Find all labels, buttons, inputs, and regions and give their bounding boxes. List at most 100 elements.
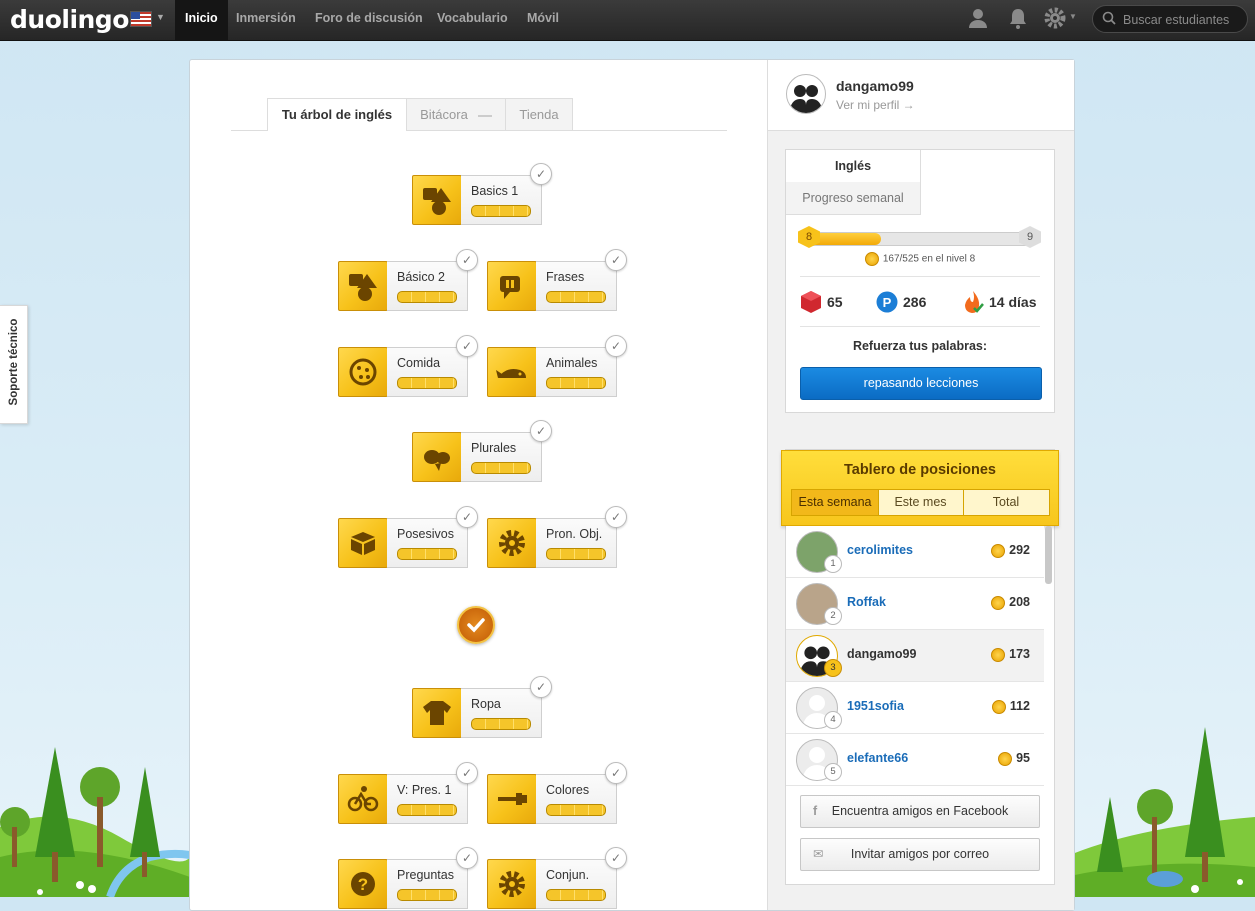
leaderboard-username[interactable]: 1951sofia [847, 699, 904, 713]
support-tab-label: Soporte técnico [8, 318, 20, 406]
facebook-friends-button[interactable]: f Encuentra amigos en Facebook [800, 795, 1040, 828]
leaderboard-row-current-user[interactable]: 3 dangamo99 173 [786, 630, 1044, 682]
leaderboard-score-value: 173 [1009, 647, 1030, 661]
checkmark-icon: ✓ [530, 676, 552, 698]
skill-strength-bar [397, 548, 457, 560]
leaderboard-score-value: 292 [1009, 543, 1030, 557]
lingot-gem-icon [801, 291, 821, 313]
leaderboard-score: 95 [998, 751, 1030, 766]
leaderboard-tabs: Esta semana Este mes Total [791, 489, 1050, 516]
tree-tabs: Tu árbol de inglés Bitácora Tienda [231, 98, 727, 131]
leaderboard-username[interactable]: cerolimites [847, 543, 913, 557]
xp-text-label: 167/525 en el nivel 8 [882, 253, 976, 265]
skill-name: Animales [546, 356, 598, 370]
settings-caret-icon[interactable]: ▼ [1069, 12, 1077, 21]
leaderboard-panel: Tablero de posiciones Esta semana Este m… [781, 449, 1059, 885]
faces-icon [412, 175, 462, 225]
skill-comida[interactable]: Comida ✓ [338, 335, 478, 397]
skill-colores[interactable]: Colores ✓ [487, 762, 627, 824]
nav-item-vocabulario[interactable]: Vocabulario [427, 0, 518, 40]
leaderboard-row[interactable]: 2 Roffak 208 [786, 578, 1044, 630]
skill-ropa[interactable]: Ropa ✓ [412, 676, 552, 738]
skill-name: Conjun. [546, 868, 590, 882]
skill-name: Posesivos [397, 527, 454, 541]
shirt-icon [412, 688, 462, 738]
coin-icon [998, 751, 1013, 766]
rank-badge: 2 [824, 607, 842, 625]
user-icon[interactable] [966, 6, 990, 30]
leaderboard-username[interactable]: elefante66 [847, 751, 908, 765]
checkmark-icon: ✓ [456, 249, 478, 271]
skill-preguntas[interactable]: ? Preguntas ✓ [338, 847, 478, 909]
tab-esta-semana[interactable]: Esta semana [792, 490, 879, 515]
coin-icon [864, 252, 879, 266]
skill-frases[interactable]: Frases ✓ [487, 249, 627, 311]
us-flag-icon[interactable] [130, 11, 152, 27]
view-profile-link[interactable]: Ver mi perfil → [836, 98, 915, 112]
left-scenery-illustration [0, 747, 190, 897]
tab-progreso-semanal[interactable]: Progreso semanal [786, 182, 921, 215]
streak-stat: 14 días [962, 289, 1052, 315]
gear-icon[interactable] [1043, 6, 1067, 30]
skill-plurales[interactable]: Plurales ✓ [412, 420, 552, 482]
envelope-icon: ✉ [813, 847, 824, 861]
tab-bitacora[interactable]: Bitácora [406, 98, 506, 130]
leaderboard-username[interactable]: Roffak [847, 595, 886, 609]
tab-tree[interactable]: Tu árbol de inglés [267, 98, 407, 131]
bell-icon[interactable] [1006, 6, 1030, 30]
skill-basics-1[interactable]: Basics 1 ✓ [412, 163, 552, 225]
profile-username[interactable]: dangamo99 [836, 78, 914, 94]
points-icon: P [876, 291, 898, 313]
skill-posesivos[interactable]: Posesivos ✓ [338, 506, 478, 568]
invite-email-button[interactable]: ✉ Invitar amigos por correo [800, 838, 1040, 871]
leaderboard-username[interactable]: dangamo99 [847, 647, 916, 661]
review-lessons-button[interactable]: repasando lecciones [800, 367, 1042, 400]
skill-name: Pron. Obj. [546, 527, 603, 541]
leaderboard-scrollbar[interactable] [1045, 526, 1052, 584]
leaderboard-row[interactable]: 1 cerolimites 292 [786, 526, 1044, 578]
nav-item-inmersion[interactable]: Inmersión [226, 0, 306, 40]
tab-tienda[interactable]: Tienda [505, 98, 573, 130]
points-stat: P 286 [876, 289, 946, 315]
tab-bitacora-label: Bitácora [420, 107, 468, 122]
search-input[interactable] [1121, 10, 1243, 30]
leaderboard-score-value: 95 [1016, 751, 1030, 765]
skill-strength-bar [546, 377, 606, 389]
right-scenery-illustration [1065, 727, 1255, 897]
skill-v-pres-1[interactable]: V: Pres. 1 ✓ [338, 762, 478, 824]
leaderboard-score-value: 112 [1009, 699, 1030, 713]
skill-strength-bar [471, 718, 531, 730]
checkpoint-badge[interactable] [457, 606, 495, 644]
skill-name: Preguntas [397, 868, 454, 882]
avatar[interactable] [786, 74, 826, 114]
checkmark-icon: ✓ [605, 335, 627, 357]
nav-item-foro[interactable]: Foro de discusión [305, 0, 433, 40]
support-tab[interactable]: Soporte técnico [0, 305, 28, 424]
svg-text:?: ? [358, 875, 368, 894]
skill-basico-2[interactable]: Básico 2 ✓ [338, 249, 478, 311]
duolingo-logo[interactable]: duolingo [10, 5, 129, 34]
skill-animales[interactable]: Animales ✓ [487, 335, 627, 397]
leaderboard-score-value: 208 [1009, 595, 1030, 609]
leaderboard-row[interactable]: 5 elefante66 95 [786, 734, 1044, 786]
search-box[interactable] [1092, 5, 1248, 33]
rank-badge: 3 [824, 659, 842, 677]
leaderboard-row[interactable]: 4 1951sofia 112 [786, 682, 1044, 734]
tab-total[interactable]: Total [963, 490, 1049, 515]
skill-name: V: Pres. 1 [397, 783, 452, 797]
nav-item-movil[interactable]: Móvil [517, 0, 569, 40]
skill-conjun[interactable]: Conjun. ✓ [487, 847, 627, 909]
chevron-down-icon[interactable]: ▼ [156, 12, 165, 22]
skill-pron-obj[interactable]: Pron. Obj. ✓ [487, 506, 627, 568]
divider [800, 326, 1040, 327]
sidebar: dangamo99 Ver mi perfil → Inglés Progres… [767, 60, 1074, 910]
tab-este-mes[interactable]: Este mes [878, 490, 964, 515]
tab-ingles[interactable]: Inglés [786, 150, 921, 182]
nav-item-inicio[interactable]: Inicio [175, 0, 228, 40]
skill-strength-bar [546, 889, 606, 901]
fish-icon [412, 432, 462, 482]
bicycle-icon [338, 774, 388, 824]
skill-strength-bar [397, 291, 457, 303]
points-value: 286 [903, 294, 927, 310]
coin-icon [991, 699, 1006, 714]
